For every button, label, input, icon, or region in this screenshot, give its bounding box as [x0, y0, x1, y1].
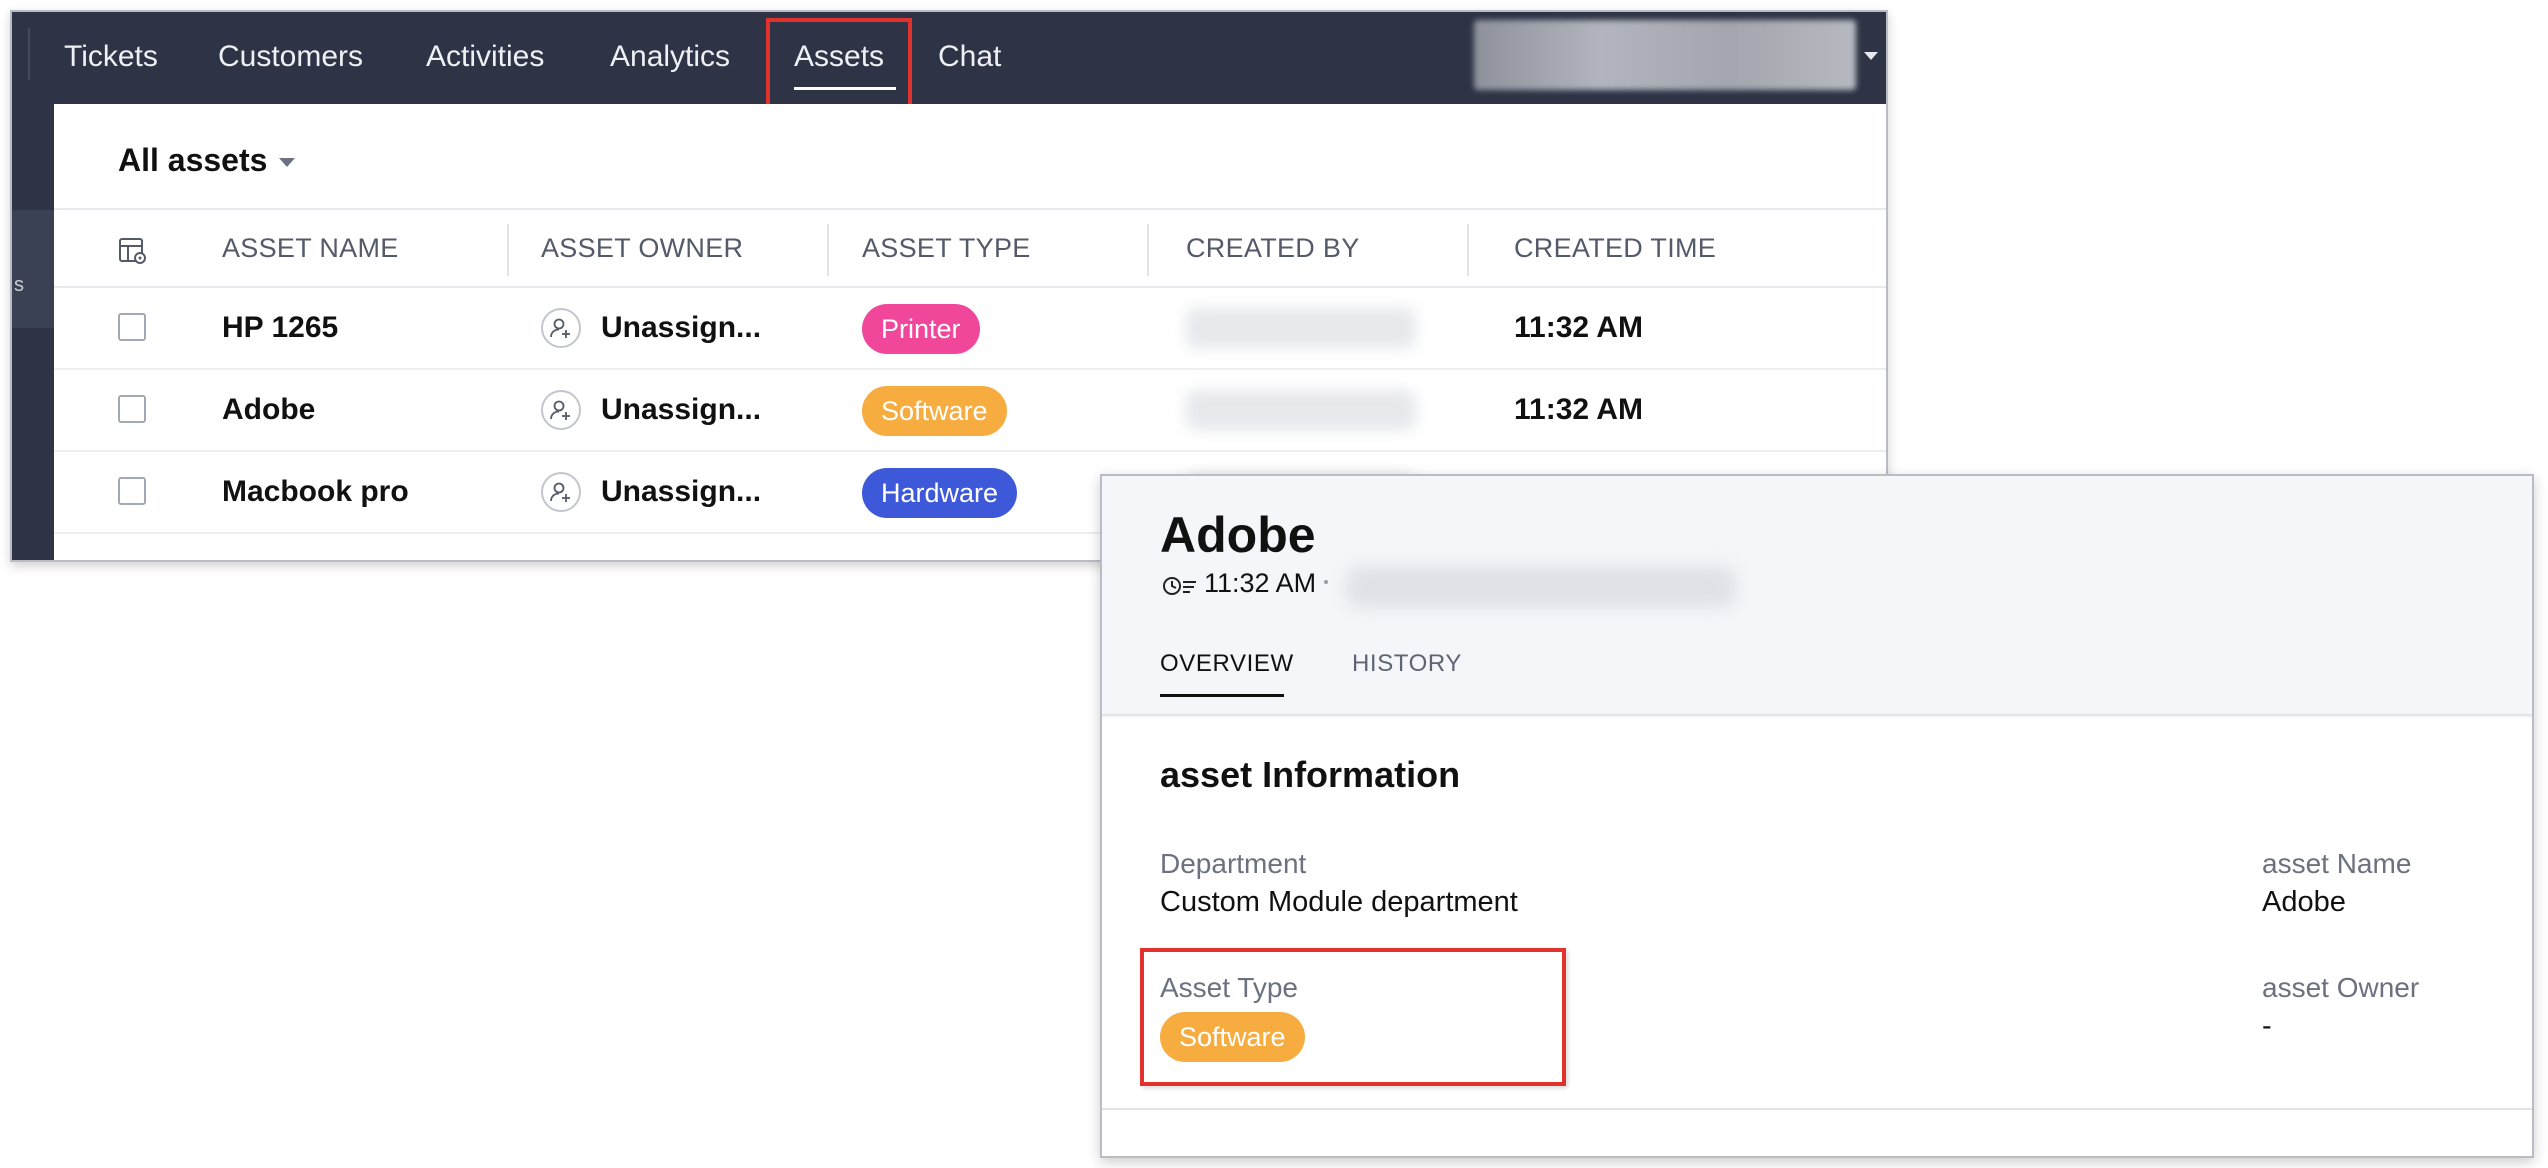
separator-dot — [1324, 580, 1328, 584]
assets-tab-highlight-box — [766, 18, 912, 110]
asset-owner: Unassign... — [601, 475, 762, 508]
chevron-down-icon[interactable] — [1864, 52, 1878, 60]
column-header-asset-name[interactable]: ASSET NAME — [222, 210, 399, 286]
tab-overview[interactable]: OVERVIEW — [1160, 644, 1294, 684]
department-label: Department — [1160, 848, 1307, 879]
column-separator — [507, 224, 509, 276]
assign-owner-icon[interactable] — [541, 390, 581, 430]
top-navigation-bar: Tickets Customers Activities Analytics A… — [12, 12, 1886, 104]
column-separator — [1467, 224, 1469, 276]
created-time: 11:32 AM — [1514, 311, 1643, 344]
assign-owner-icon[interactable] — [541, 308, 581, 348]
asset-detail-window: Adobe 11:32 AM OVERVIEW HISTORY asset In… — [1100, 474, 2534, 1158]
detail-created-time: 11:32 AM — [1204, 568, 1317, 598]
asset-owner-label: asset Owner — [2262, 972, 2420, 1003]
asset-owner: Unassign... — [601, 393, 762, 426]
row-checkbox[interactable] — [118, 395, 146, 423]
detail-creator-redacted — [1346, 566, 1736, 608]
asset-type-badge: Hardware — [862, 468, 1018, 518]
user-account-menu[interactable] — [1474, 20, 1856, 90]
sidebar-item-label: s — [14, 274, 24, 296]
row-checkbox[interactable] — [118, 477, 146, 505]
asset-type-badge: Software — [862, 386, 1007, 436]
section-title: asset Information — [1160, 754, 1461, 795]
nav-tab-activities[interactable]: Activities — [426, 32, 544, 82]
column-header-created-by[interactable]: CREATED BY — [1186, 210, 1360, 286]
column-separator — [1147, 224, 1149, 276]
view-selector-label: All assets — [118, 142, 268, 178]
detail-header: Adobe 11:32 AM OVERVIEW HISTORY — [1102, 476, 2532, 718]
nav-tab-chat[interactable]: Chat — [938, 32, 1001, 82]
department-value: Custom Module department — [1160, 886, 1518, 918]
asset-name[interactable]: Adobe — [222, 370, 315, 450]
created-by-redacted — [1186, 390, 1416, 430]
created-by-redacted — [1186, 308, 1416, 348]
nav-tab-analytics[interactable]: Analytics — [610, 32, 730, 82]
asset-owner: Unassign... — [601, 311, 762, 344]
view-selector[interactable]: All assets — [118, 142, 296, 179]
row-checkbox[interactable] — [118, 313, 146, 341]
divider — [1102, 1108, 2532, 1110]
column-header-created-time[interactable]: CREATED TIME — [1514, 210, 1716, 286]
column-separator — [827, 224, 829, 276]
column-settings-icon[interactable] — [118, 236, 148, 266]
clock-icon — [1163, 577, 1196, 595]
table-row[interactable]: Adobe Unassign... Software 11:32 AM — [54, 370, 1886, 452]
active-tab-underline — [1160, 694, 1284, 697]
asset-owner-value: - — [2262, 1010, 2272, 1042]
list-header: ASSET NAME ASSET OWNER ASSET TYPE CREATE… — [54, 208, 1886, 288]
nav-tab-customers[interactable]: Customers — [218, 32, 363, 82]
left-sidebar: s — [12, 104, 54, 560]
sidebar-item[interactable] — [12, 210, 54, 328]
column-header-asset-owner[interactable]: ASSET OWNER — [541, 210, 743, 286]
created-time: 11:32 AM — [1514, 393, 1643, 426]
asset-type-badge: Printer — [862, 304, 980, 354]
detail-title: Adobe — [1160, 507, 1316, 563]
divider — [1102, 714, 2532, 716]
nav-tab-tickets[interactable]: Tickets — [64, 32, 158, 82]
table-row[interactable]: HP 1265 Unassign... Printer 11:32 AM — [54, 288, 1886, 370]
caret-down-icon — [279, 158, 296, 168]
asset-name-value: Adobe — [2262, 886, 2346, 918]
nav-separator — [28, 28, 30, 80]
asset-name[interactable]: Macbook pro — [222, 452, 409, 532]
tab-history[interactable]: HISTORY — [1352, 644, 1462, 684]
asset-name-label: asset Name — [2262, 848, 2412, 879]
asset-type-highlight-box — [1140, 948, 1566, 1086]
assign-owner-icon[interactable] — [541, 472, 581, 512]
asset-name[interactable]: HP 1265 — [222, 288, 338, 368]
column-header-asset-type[interactable]: ASSET TYPE — [862, 210, 1031, 286]
